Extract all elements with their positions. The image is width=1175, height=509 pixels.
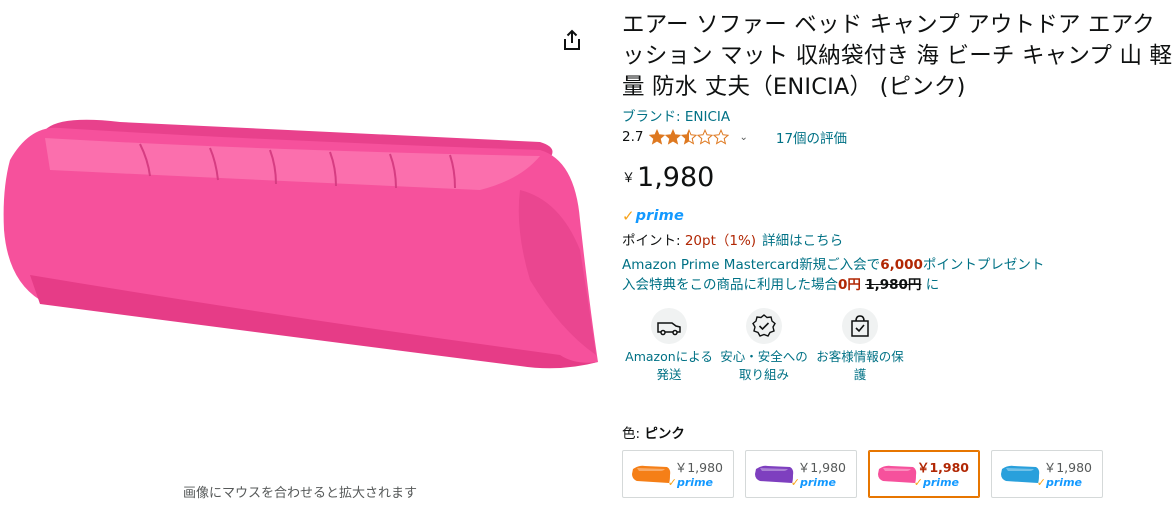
promo-text: 入会特典をこの商品に利用した場合 xyxy=(622,277,838,293)
promo-points: 6,000 xyxy=(880,257,923,273)
zoom-hint-text: 画像にマウスを合わせると拡大されます xyxy=(182,486,417,501)
trust-safety[interactable]: 安心・安全への取り組み xyxy=(716,308,812,384)
prime-check-icon: ✓ xyxy=(622,207,635,225)
promo-line-1[interactable]: Amazon Prime Mastercard新規ご入会で6,000ポイントプレ… xyxy=(622,253,1175,273)
color-selection-label: 色: ピンク xyxy=(622,422,685,442)
points-label: ポイント: xyxy=(622,233,685,249)
swatch-price: ￥1,980 xyxy=(797,460,846,475)
prime-label: prime xyxy=(800,476,836,489)
share-icon[interactable] xyxy=(560,28,584,52)
points-details-link[interactable]: 詳細はこちら xyxy=(762,233,843,249)
promo-text: Amazon Prime Mastercard新規ご入会で xyxy=(622,257,881,273)
rating-row: 2.7 ⌄ 17個の評価 xyxy=(622,127,1175,147)
points-row: ポイント: 20pt（1%) 詳細はこちら xyxy=(622,229,1175,249)
swatch-product-thumbnail xyxy=(632,465,671,483)
rating-value: 2.7 xyxy=(622,129,644,145)
color-swatch[interactable]: ￥1,980 ✓prime xyxy=(991,450,1103,498)
rating-stars[interactable] xyxy=(649,129,730,145)
points-value: 20pt（1%) xyxy=(684,233,757,249)
swatch-prime-badge: ✓prime xyxy=(914,476,959,489)
swatch-prime-badge: ✓prime xyxy=(791,476,836,489)
chevron-down-icon[interactable]: ⌄ xyxy=(739,132,747,143)
image-panel: 画像にマウスを合わせると拡大されます xyxy=(0,0,600,509)
promo-price: 0円 xyxy=(838,277,861,293)
prime-label: prime xyxy=(677,476,713,489)
star-empty-icon xyxy=(697,129,714,145)
product-image[interactable] xyxy=(0,100,600,380)
swatch-prime-badge: ✓prime xyxy=(1037,476,1082,489)
badge-check-icon xyxy=(746,308,782,344)
price-row: ￥ 1,980 xyxy=(622,161,1175,201)
color-label-value: ピンク xyxy=(644,426,685,442)
prime-check-icon: ✓ xyxy=(790,476,800,489)
prime-check-icon: ✓ xyxy=(913,476,923,489)
swatch-prime-badge: ✓prime xyxy=(668,476,713,489)
price-value: 1,980 xyxy=(637,162,715,193)
color-label-key: 色: xyxy=(622,426,645,442)
promo-text: ポイントプレゼント xyxy=(922,257,1045,273)
swatch-product-thumbnail xyxy=(755,465,794,483)
swatch-price: ￥1,980 xyxy=(1043,460,1092,475)
prime-check-icon: ✓ xyxy=(1036,476,1046,489)
swatch-price: ￥1,980 xyxy=(916,460,969,475)
promo-original-price: 1,980円 xyxy=(865,277,922,293)
star-empty-icon xyxy=(713,129,730,145)
price-currency: ￥ xyxy=(622,171,636,186)
trust-row: Amazonによる発送 安心・安全への取り組み お客様情報の保護 xyxy=(622,308,908,384)
color-swatch[interactable]: ￥1,980 ✓prime xyxy=(745,450,857,498)
color-swatch[interactable]: ￥1,980 ✓prime xyxy=(868,450,980,498)
prime-label: prime xyxy=(923,476,959,489)
promo-line-2[interactable]: 入会特典をこの商品に利用した場合0円 1,980円 に xyxy=(622,273,1175,293)
brand-link[interactable]: ブランド: ENICIA xyxy=(622,105,730,125)
promo-text: に xyxy=(921,277,940,293)
prime-check-icon: ✓ xyxy=(667,476,677,489)
swatch-product-thumbnail xyxy=(1001,465,1040,483)
trust-amazon-shipping[interactable]: Amazonによる発送 xyxy=(622,308,716,384)
trust-label: 安心・安全への取り組み xyxy=(720,349,808,382)
color-swatches: ￥1,980 ✓prime ￥1,980 ✓prime ￥1,980 ✓prime ￥1,9… xyxy=(622,450,1114,498)
star-half-icon xyxy=(681,129,698,145)
review-count-link[interactable]: 17個の評価 xyxy=(776,127,847,147)
product-details: エアー ソファー ベッド キャンプ アウトドア エアクッション マット 収納袋付… xyxy=(622,10,1175,293)
prime-label: prime xyxy=(635,208,685,224)
swatch-product-thumbnail xyxy=(878,465,917,483)
trust-label: お客様情報の保護 xyxy=(816,349,904,382)
prime-badge: ✓ prime xyxy=(622,207,1175,225)
color-swatch[interactable]: ￥1,980 ✓prime xyxy=(622,450,734,498)
delivery-van-icon xyxy=(651,308,687,344)
product-title: エアー ソファー ベッド キャンプ アウトドア エアクッション マット 収納袋付… xyxy=(622,12,1173,100)
star-full-icon xyxy=(665,129,682,145)
trust-label: Amazonによる発送 xyxy=(625,349,713,382)
prime-label: prime xyxy=(1046,476,1082,489)
swatch-price: ￥1,980 xyxy=(674,460,723,475)
trust-privacy[interactable]: お客様情報の保護 xyxy=(812,308,908,384)
star-full-icon xyxy=(649,129,666,145)
secure-bag-icon xyxy=(842,308,878,344)
